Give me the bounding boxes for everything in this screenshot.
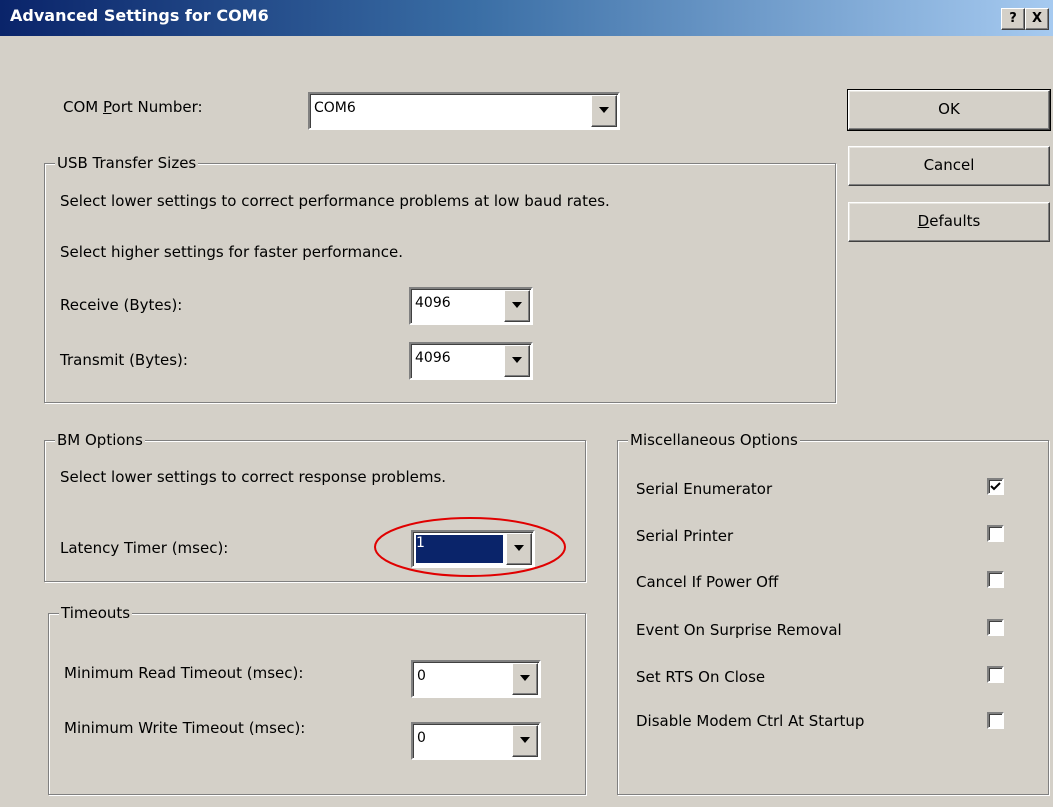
defaults-button[interactable]: Defaults: [848, 202, 1050, 242]
option-serial-enumerator-label: Serial Enumerator: [636, 480, 773, 498]
transmit-select[interactable]: 4096: [409, 342, 533, 380]
misc-group-title: Miscellaneous Options: [628, 431, 800, 449]
transmit-dropdown-button[interactable]: [504, 345, 530, 377]
min-write-timeout-value: 0: [417, 730, 426, 746]
ok-button[interactable]: OK: [847, 89, 1051, 131]
com-port-dropdown-button[interactable]: [591, 95, 617, 127]
option-event-on-surprise-removal-checkbox[interactable]: [987, 619, 1004, 636]
min-read-timeout-label: Minimum Read Timeout (msec):: [64, 664, 304, 682]
option-event-on-surprise-removal-label: Event On Surprise Removal: [636, 621, 842, 639]
latency-label: Latency Timer (msec):: [60, 539, 229, 557]
annotation-ellipse: [374, 517, 566, 577]
option-cancel-if-power-off-checkbox[interactable]: [987, 571, 1004, 588]
option-set-rts-on-close-label: Set RTS On Close: [636, 668, 766, 686]
help-button[interactable]: ?: [1001, 8, 1025, 30]
option-disable-modem-ctrl-label: Disable Modem Ctrl At Startup: [636, 712, 865, 730]
option-set-rts-on-close-checkbox[interactable]: [987, 666, 1004, 683]
receive-value: 4096: [415, 295, 451, 311]
min-read-timeout-select[interactable]: 0: [411, 660, 541, 698]
bm-group-title: BM Options: [55, 431, 145, 449]
usb-group-title: USB Transfer Sizes: [55, 154, 199, 172]
usb-hint-high: Select higher settings for faster perfor…: [60, 243, 404, 261]
option-serial-printer-label: Serial Printer: [636, 527, 734, 545]
transmit-value: 4096: [415, 350, 451, 366]
receive-label: Receive (Bytes):: [60, 296, 183, 314]
help-icon: ?: [1009, 11, 1017, 26]
com-port-label: COM Port Number:: [63, 98, 203, 116]
min-write-timeout-select[interactable]: 0: [411, 722, 541, 760]
window-title: Advanced Settings for COM6: [10, 6, 269, 25]
com-port-value: COM6: [314, 100, 356, 116]
bm-hint: Select lower settings to correct respons…: [60, 468, 447, 486]
option-cancel-if-power-off-label: Cancel If Power Off: [636, 573, 779, 591]
checkmark-icon: [990, 482, 1001, 491]
min-write-timeout-label: Minimum Write Timeout (msec):: [64, 719, 306, 737]
cancel-button[interactable]: Cancel: [848, 146, 1050, 186]
usb-hint-low: Select lower settings to correct perform…: [60, 192, 610, 210]
chevron-down-icon: [512, 357, 522, 363]
close-button[interactable]: X: [1025, 8, 1049, 30]
timeouts-group: Timeouts: [48, 604, 586, 795]
close-icon: X: [1031, 11, 1043, 26]
option-serial-enumerator-checkbox[interactable]: [987, 478, 1004, 495]
transmit-label: Transmit (Bytes):: [60, 351, 188, 369]
receive-dropdown-button[interactable]: [504, 290, 530, 322]
min-read-timeout-value: 0: [417, 668, 426, 684]
receive-select[interactable]: 4096: [409, 287, 533, 325]
title-bar: Advanced Settings for COM6 ? X: [0, 0, 1053, 36]
chevron-down-icon: [520, 737, 530, 743]
min-read-timeout-dropdown-button[interactable]: [512, 663, 538, 695]
com-port-select[interactable]: COM6: [308, 92, 620, 130]
chevron-down-icon: [512, 302, 522, 308]
option-disable-modem-ctrl-checkbox[interactable]: [987, 712, 1004, 729]
timeouts-group-title: Timeouts: [59, 604, 133, 622]
chevron-down-icon: [599, 107, 609, 113]
chevron-down-icon: [520, 675, 530, 681]
min-write-timeout-dropdown-button[interactable]: [512, 725, 538, 757]
option-serial-printer-checkbox[interactable]: [987, 525, 1004, 542]
